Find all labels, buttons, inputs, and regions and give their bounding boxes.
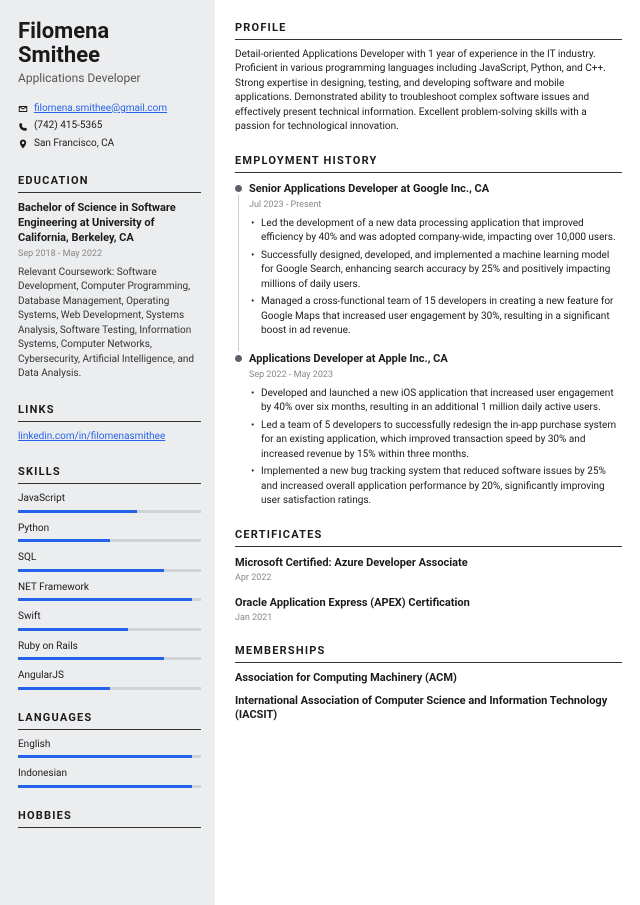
phone-text: (742) 415-5365 — [34, 119, 102, 134]
skill-bar — [18, 598, 201, 601]
job-dates: Jul 2023 - Present — [249, 199, 622, 212]
profile-heading: PROFILE — [235, 20, 622, 40]
email-link[interactable]: filomena.smithee@gmail.com — [34, 102, 167, 117]
skill-bar — [18, 510, 201, 513]
education-section: EDUCATION Bachelor of Science in Softwar… — [18, 173, 201, 382]
employment-heading: EMPLOYMENT HISTORY — [235, 153, 622, 173]
job-bullet: Managed a cross-functional team of 15 de… — [251, 295, 622, 339]
job-title: Applications Developer — [18, 70, 201, 87]
skill-name: AngularJS — [18, 669, 201, 684]
job-position: Senior Applications Developer at Google … — [249, 181, 622, 197]
job-entry: Applications Developer at Apple Inc., CA… — [235, 351, 622, 509]
language-item: English — [18, 738, 201, 759]
skill-item: Swift — [18, 610, 201, 631]
skill-name: JavaScript — [18, 492, 201, 507]
job-bullet: Led a team of 5 developers to successful… — [251, 419, 622, 463]
cert-title: Oracle Application Express (APEX) Certif… — [235, 595, 622, 611]
cert-title: Microsoft Certified: Azure Developer Ass… — [235, 555, 622, 571]
employment-section: EMPLOYMENT HISTORY Senior Applications D… — [235, 153, 622, 509]
hobbies-section: HOBBIES — [18, 808, 201, 828]
cert-date: Apr 2022 — [235, 572, 622, 585]
skill-bar — [18, 657, 201, 660]
skill-name: Swift — [18, 610, 201, 625]
job-dates: Sep 2022 - May 2023 — [249, 369, 622, 382]
skills-heading: SKILLS — [18, 464, 201, 484]
job-bullet: Successfully designed, developed, and im… — [251, 249, 622, 293]
job-bullet: Implemented a new bug tracking system th… — [251, 465, 622, 509]
job-entry: Senior Applications Developer at Google … — [235, 181, 622, 339]
skill-name: NET Framework — [18, 581, 201, 596]
contact-block: filomena.smithee@gmail.com (742) 415-536… — [18, 102, 201, 152]
membership-item: Association for Computing Machinery (ACM… — [235, 671, 622, 686]
skill-name: SQL — [18, 551, 201, 566]
linkedin-link[interactable]: linkedin.com/in/filomenasmithee — [18, 431, 165, 442]
job-bullet: Developed and launched a new iOS applica… — [251, 387, 622, 416]
email-item: filomena.smithee@gmail.com — [18, 102, 201, 117]
job-bullets: Developed and launched a new iOS applica… — [249, 387, 622, 509]
phone-icon — [18, 122, 28, 132]
links-heading: LINKS — [18, 402, 201, 422]
skill-item: AngularJS — [18, 669, 201, 690]
skill-name: Python — [18, 522, 201, 537]
job-position: Applications Developer at Apple Inc., CA — [249, 351, 622, 367]
skill-item: Ruby on Rails — [18, 640, 201, 661]
certificates-section: CERTIFICATES Microsoft Certified: Azure … — [235, 527, 622, 625]
job-bullet: Led the development of a new data proces… — [251, 217, 622, 246]
skill-name: Ruby on Rails — [18, 640, 201, 655]
membership-item: International Association of Computer Sc… — [235, 694, 622, 724]
skill-bar — [18, 539, 201, 542]
languages-section: LANGUAGES English Indonesian — [18, 710, 201, 788]
language-item: Indonesian — [18, 767, 201, 788]
location-icon — [18, 139, 28, 149]
memberships-heading: MEMBERSHIPS — [235, 643, 622, 663]
language-bar — [18, 755, 201, 758]
links-section: LINKS linkedin.com/in/filomenasmithee — [18, 402, 201, 444]
skills-section: SKILLS JavaScript Python SQL NET Framework S… — [18, 464, 201, 689]
degree-title: Bachelor of Science in Software Engineer… — [18, 201, 201, 246]
location-text: San Francisco, CA — [34, 137, 114, 152]
hobbies-heading: HOBBIES — [18, 808, 201, 828]
main-content: PROFILE Detail-oriented Applications Dev… — [215, 0, 640, 905]
languages-heading: LANGUAGES — [18, 710, 201, 730]
email-icon — [18, 104, 28, 114]
memberships-section: MEMBERSHIPS Association for Computing Ma… — [235, 643, 622, 723]
job-bullets: Led the development of a new data proces… — [249, 217, 622, 339]
skill-bar — [18, 687, 201, 690]
profile-text: Detail-oriented Applications Developer w… — [235, 48, 622, 135]
education-heading: EDUCATION — [18, 173, 201, 193]
skill-item: JavaScript — [18, 492, 201, 513]
skill-item: SQL — [18, 551, 201, 572]
certificate-item: Oracle Application Express (APEX) Certif… — [235, 595, 622, 625]
language-name: English — [18, 738, 201, 753]
education-dates: Sep 2018 - May 2022 — [18, 248, 201, 261]
language-name: Indonesian — [18, 767, 201, 782]
sidebar: FilomenaSmithee Applications Developer f… — [0, 0, 215, 905]
certificate-item: Microsoft Certified: Azure Developer Ass… — [235, 555, 622, 585]
certificates-heading: CERTIFICATES — [235, 527, 622, 547]
profile-section: PROFILE Detail-oriented Applications Dev… — [235, 20, 622, 135]
cert-date: Jan 2021 — [235, 612, 622, 625]
skill-item: Python — [18, 522, 201, 543]
skill-bar — [18, 628, 201, 631]
skill-item: NET Framework — [18, 581, 201, 602]
location-item: San Francisco, CA — [18, 137, 201, 152]
name: FilomenaSmithee — [18, 20, 201, 68]
language-bar — [18, 785, 201, 788]
coursework-text: Relevant Coursework: Software Developmen… — [18, 266, 201, 382]
skill-bar — [18, 569, 201, 572]
phone-item: (742) 415-5365 — [18, 119, 201, 134]
